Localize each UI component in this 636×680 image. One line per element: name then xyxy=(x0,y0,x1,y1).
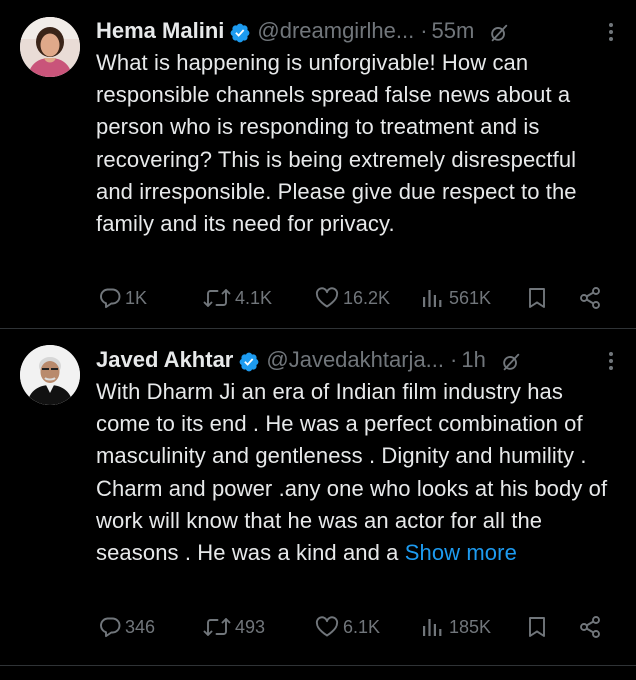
author-handle[interactable]: @Javedakhtarja... xyxy=(266,343,444,377)
more-vertical-icon[interactable] xyxy=(608,351,614,371)
reply-button[interactable]: 346 xyxy=(98,612,155,642)
timestamp[interactable]: 55m xyxy=(432,14,475,48)
bookmark-icon xyxy=(529,288,545,308)
like-count: 6.1K xyxy=(343,616,381,637)
repost-icon xyxy=(203,618,231,636)
reply-icon xyxy=(100,288,121,309)
repost-button[interactable]: 4.1K xyxy=(202,283,272,313)
share-button[interactable] xyxy=(578,612,605,642)
repost-button[interactable]: 493 xyxy=(202,612,265,642)
author-name[interactable]: Javed Akhtar xyxy=(96,343,233,377)
views-button[interactable]: 185K xyxy=(420,612,491,642)
tweet-text: With Dharm Ji an era of Indian film indu… xyxy=(96,376,616,569)
action-bar: 1K 4.1K 16.2K 561K xyxy=(96,283,616,313)
views-button[interactable]: 561K xyxy=(420,283,491,313)
bookmark-button[interactable] xyxy=(526,612,551,642)
tweet-header: Hema Malini @dreamgirlhe... · 55m xyxy=(96,14,510,48)
tweet[interactable]: Javed Akhtar @Javedakhtarja... · 1h With… xyxy=(0,329,636,665)
action-bar: 346 493 6.1K 185K xyxy=(96,612,616,642)
separator-dot: · xyxy=(450,347,458,372)
avatar[interactable] xyxy=(20,345,80,405)
share-button[interactable] xyxy=(578,283,605,313)
verified-badge-icon xyxy=(229,20,251,43)
grok-icon[interactable] xyxy=(500,349,522,371)
verified-badge-icon xyxy=(238,349,260,372)
views-icon xyxy=(423,619,442,636)
reply-button[interactable]: 1K xyxy=(98,283,147,313)
bookmark-button[interactable] xyxy=(526,283,551,313)
author-handle[interactable]: @dreamgirlhe... xyxy=(257,14,414,48)
views-icon xyxy=(423,290,442,307)
heart-icon xyxy=(315,287,339,308)
like-count: 16.2K xyxy=(343,287,391,308)
more-vertical-icon[interactable] xyxy=(608,22,614,42)
author-name[interactable]: Hema Malini xyxy=(96,14,224,48)
views-count: 185K xyxy=(449,616,492,637)
show-more-link[interactable]: Show more xyxy=(405,540,517,565)
grok-icon[interactable] xyxy=(488,20,510,42)
like-button[interactable]: 16.2K xyxy=(314,283,390,313)
like-button[interactable]: 6.1K xyxy=(314,612,380,642)
repost-count: 4.1K xyxy=(235,287,273,308)
tweet[interactable]: Hema Malini @dreamgirlhe... · 55m What i… xyxy=(0,0,636,328)
tweet-header: Javed Akhtar @Javedakhtarja... · 1h xyxy=(96,343,522,377)
tweet-text-content: What is happening is unforgivable! How c… xyxy=(96,50,577,237)
bookmark-icon xyxy=(529,617,545,637)
timestamp[interactable]: 1h xyxy=(461,343,485,377)
avatar-image xyxy=(20,17,80,77)
separator-dot: · xyxy=(420,18,428,43)
reply-count: 346 xyxy=(125,616,156,637)
share-icon xyxy=(580,287,600,309)
repost-count: 493 xyxy=(235,616,266,637)
views-count: 561K xyxy=(449,287,492,308)
tweet-text: What is happening is unforgivable! How c… xyxy=(96,47,616,240)
reply-count: 1K xyxy=(125,287,148,308)
tweet-text-content: With Dharm Ji an era of Indian film indu… xyxy=(96,379,608,566)
heart-icon xyxy=(315,616,339,637)
share-icon xyxy=(580,616,600,638)
reply-icon xyxy=(100,617,121,638)
repost-icon xyxy=(203,289,231,307)
avatar[interactable] xyxy=(20,17,80,77)
tweet-divider xyxy=(0,665,636,666)
avatar-image xyxy=(20,345,80,405)
